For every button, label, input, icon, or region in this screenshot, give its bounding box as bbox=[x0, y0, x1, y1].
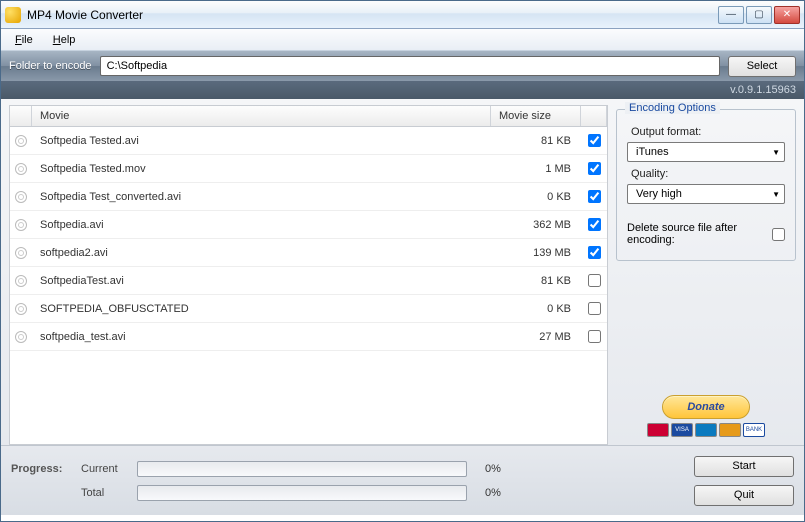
include-checkbox[interactable] bbox=[588, 218, 601, 231]
payment-icons: VISA BANK bbox=[616, 423, 796, 437]
file-name: SOFTPEDIA_OBFUSCTATED bbox=[32, 303, 491, 315]
quit-button[interactable]: Quit bbox=[694, 485, 794, 506]
lock-icon bbox=[10, 163, 32, 175]
lock-icon bbox=[10, 247, 32, 259]
table-row[interactable]: Softpedia.avi362 MB bbox=[10, 211, 607, 239]
file-name: softpedia2.avi bbox=[32, 247, 491, 259]
start-button[interactable]: Start bbox=[694, 456, 794, 477]
lock-icon bbox=[10, 219, 32, 231]
file-list-pane: Movie Movie size Softpedia Tested.avi81 … bbox=[9, 105, 608, 445]
work-area: Movie Movie size Softpedia Tested.avi81 … bbox=[1, 99, 804, 445]
include-checkbox[interactable] bbox=[588, 190, 601, 203]
file-name: Softpedia Tested.avi bbox=[32, 135, 491, 147]
mastercard-icon bbox=[647, 423, 669, 437]
include-checkbox[interactable] bbox=[588, 134, 601, 147]
lock-icon bbox=[10, 275, 32, 287]
discover-icon bbox=[719, 423, 741, 437]
group-legend: Encoding Options bbox=[625, 102, 720, 114]
include-checkbox[interactable] bbox=[588, 274, 601, 287]
table-row[interactable]: Softpedia Test_converted.avi0 KB bbox=[10, 183, 607, 211]
list-header: Movie Movie size bbox=[9, 105, 608, 127]
header-check-col[interactable] bbox=[581, 106, 607, 126]
app-icon bbox=[5, 7, 21, 23]
maximize-button[interactable]: ▢ bbox=[746, 6, 772, 24]
menubar: File Help bbox=[1, 29, 804, 51]
file-size: 27 MB bbox=[491, 331, 581, 343]
table-row[interactable]: SOFTPEDIA_OBFUSCTATED0 KB bbox=[10, 295, 607, 323]
total-label: Total bbox=[81, 487, 127, 499]
version-bar: v.0.9.1.15963 bbox=[1, 81, 804, 99]
menu-file[interactable]: File bbox=[7, 32, 41, 48]
delete-source-label: Delete source file after encoding: bbox=[627, 222, 766, 246]
progress-title: Progress: bbox=[11, 463, 71, 475]
lock-icon bbox=[10, 303, 32, 315]
window-title: MP4 Movie Converter bbox=[27, 8, 718, 22]
close-button[interactable]: ✕ bbox=[774, 6, 800, 24]
table-row[interactable]: Softpedia Tested.mov1 MB bbox=[10, 155, 607, 183]
folder-label: Folder to encode bbox=[9, 60, 92, 72]
file-name: Softpedia Test_converted.avi bbox=[32, 191, 491, 203]
file-size: 81 KB bbox=[491, 135, 581, 147]
lock-icon bbox=[10, 331, 32, 343]
current-progressbar bbox=[137, 461, 467, 477]
select-button[interactable]: Select bbox=[728, 56, 796, 77]
output-format-label: Output format: bbox=[631, 126, 785, 138]
chevron-down-icon: ▼ bbox=[772, 148, 780, 157]
bank-icon: BANK bbox=[743, 423, 765, 437]
table-row[interactable]: softpedia_test.avi27 MB bbox=[10, 323, 607, 351]
file-size: 362 MB bbox=[491, 219, 581, 231]
file-name: softpedia_test.avi bbox=[32, 331, 491, 343]
output-format-combo[interactable]: iTunes ▼ bbox=[627, 142, 785, 162]
file-size: 1 MB bbox=[491, 163, 581, 175]
include-checkbox[interactable] bbox=[588, 330, 601, 343]
visa-icon: VISA bbox=[671, 423, 693, 437]
file-size: 81 KB bbox=[491, 275, 581, 287]
folder-bar: Folder to encode Select bbox=[1, 51, 804, 81]
header-size[interactable]: Movie size bbox=[491, 106, 581, 126]
file-name: SoftpediaTest.avi bbox=[32, 275, 491, 287]
version-label: v.0.9.1.15963 bbox=[730, 84, 796, 96]
include-checkbox[interactable] bbox=[588, 162, 601, 175]
amex-icon bbox=[695, 423, 717, 437]
header-movie[interactable]: Movie bbox=[32, 106, 491, 126]
side-pane: Encoding Options Output format: iTunes ▼… bbox=[616, 105, 796, 445]
table-row[interactable]: SoftpediaTest.avi81 KB bbox=[10, 267, 607, 295]
donate-area: Donate VISA BANK bbox=[616, 395, 796, 445]
table-row[interactable]: softpedia2.avi139 MB bbox=[10, 239, 607, 267]
header-icon-col[interactable] bbox=[10, 106, 32, 126]
current-label: Current bbox=[81, 463, 127, 475]
titlebar: MP4 Movie Converter — ▢ ✕ bbox=[1, 1, 804, 29]
menu-help[interactable]: Help bbox=[45, 32, 84, 48]
file-size: 0 KB bbox=[491, 303, 581, 315]
total-percent: 0% bbox=[485, 487, 501, 499]
encoding-options-group: Encoding Options Output format: iTunes ▼… bbox=[616, 109, 796, 261]
lock-icon bbox=[10, 191, 32, 203]
minimize-button[interactable]: — bbox=[718, 6, 744, 24]
total-progressbar bbox=[137, 485, 467, 501]
window-buttons: — ▢ ✕ bbox=[718, 6, 800, 24]
folder-input[interactable] bbox=[100, 56, 720, 76]
file-name: Softpedia.avi bbox=[32, 219, 491, 231]
donate-button[interactable]: Donate bbox=[662, 395, 750, 419]
footer: Progress: Current 0% Total 0% Start Quit bbox=[1, 445, 804, 515]
chevron-down-icon: ▼ bbox=[772, 190, 780, 199]
quality-value: Very high bbox=[636, 188, 682, 200]
list-body[interactable]: Softpedia Tested.avi81 KBSoftpedia Teste… bbox=[9, 127, 608, 445]
output-format-value: iTunes bbox=[636, 146, 669, 158]
current-percent: 0% bbox=[485, 463, 501, 475]
quality-combo[interactable]: Very high ▼ bbox=[627, 184, 785, 204]
delete-source-checkbox[interactable] bbox=[772, 228, 785, 241]
file-size: 0 KB bbox=[491, 191, 581, 203]
include-checkbox[interactable] bbox=[588, 246, 601, 259]
quality-label: Quality: bbox=[631, 168, 785, 180]
file-size: 139 MB bbox=[491, 247, 581, 259]
lock-icon bbox=[10, 135, 32, 147]
file-name: Softpedia Tested.mov bbox=[32, 163, 491, 175]
include-checkbox[interactable] bbox=[588, 302, 601, 315]
table-row[interactable]: Softpedia Tested.avi81 KB bbox=[10, 127, 607, 155]
